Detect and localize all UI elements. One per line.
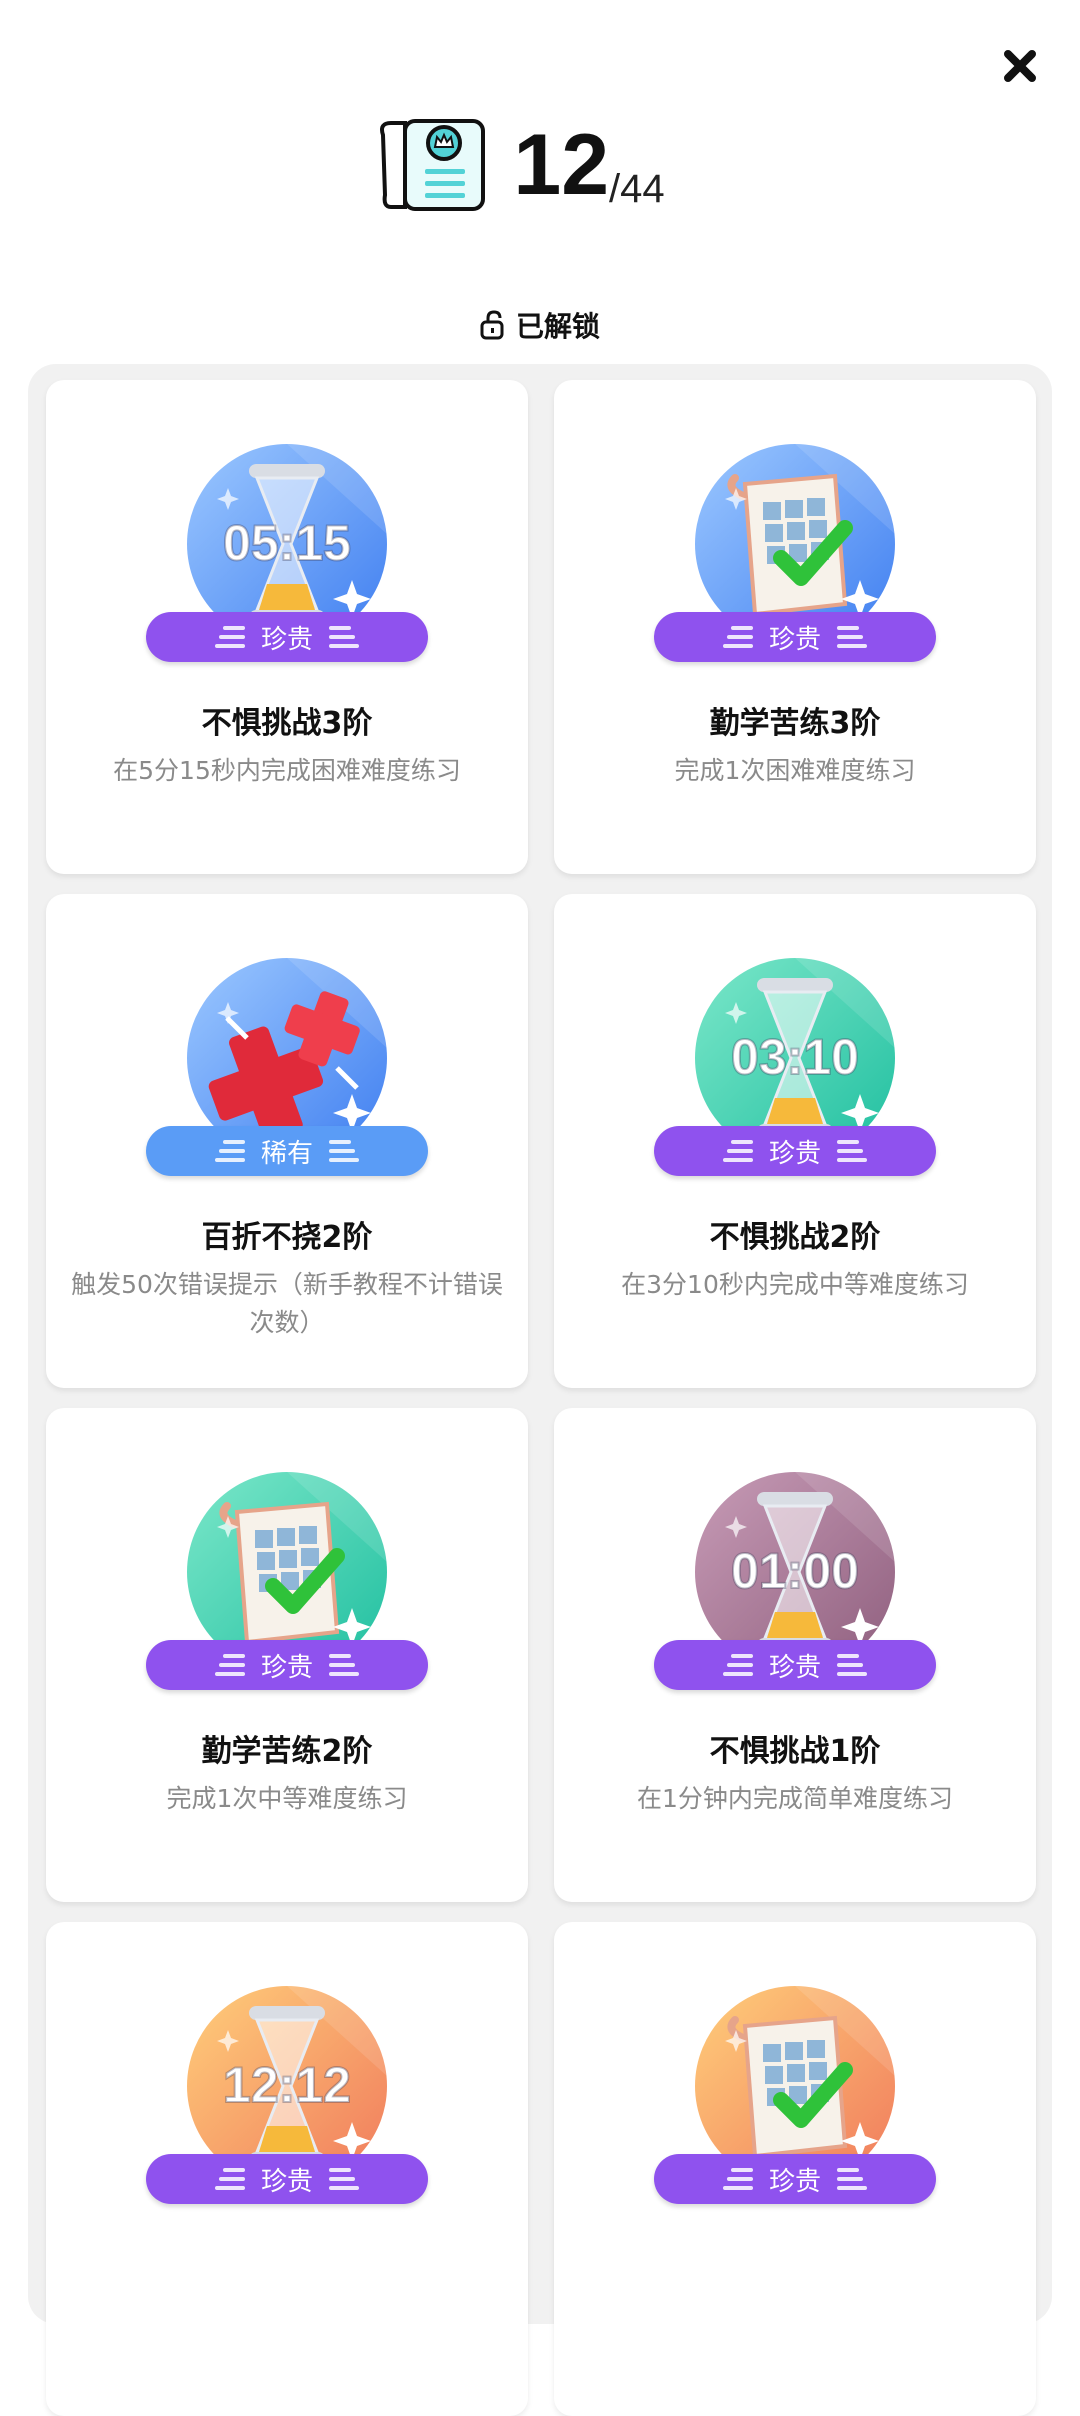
achievement-title: 不惧挑战2阶 xyxy=(709,1220,881,1255)
close-button[interactable] xyxy=(990,36,1050,96)
achievement-title: 不惧挑战1阶 xyxy=(709,1734,881,1769)
unlocked-count: 12 xyxy=(513,117,610,213)
rarity-badge: 珍贵 xyxy=(654,1126,936,1176)
achievement-card[interactable]: 珍贵 勤学苦练2阶 完成1次中等难度练习 xyxy=(46,1408,528,1902)
badge-deco-right-icon xyxy=(329,1654,359,1676)
rarity-label: 珍贵 xyxy=(768,1138,821,1169)
badge-deco-right-icon xyxy=(837,1140,867,1162)
svg-text:12:12: 12:12 xyxy=(223,2057,351,2113)
rarity-label: 珍贵 xyxy=(260,1652,313,1683)
achievement-title: 勤学苦练2阶 xyxy=(201,1734,373,1769)
achievement-card[interactable]: 01:00 珍贵 不惧挑战1阶 在1分钟内完成简单难度练习 xyxy=(554,1408,1036,1902)
unlock-icon xyxy=(480,310,504,340)
badge-deco-left-icon xyxy=(722,626,753,648)
badge-deco-right-icon xyxy=(837,2168,867,2190)
badge-deco-left-icon xyxy=(722,1140,753,1162)
section-unlocked-label: 已解锁 xyxy=(0,300,1080,350)
rarity-badge: 珍贵 xyxy=(146,612,428,662)
achievement-description: 触发50次错误提示（新手教程不计错误次数） xyxy=(71,1270,503,1337)
badge-deco-left-icon xyxy=(722,1654,753,1676)
svg-text:03:10: 03:10 xyxy=(731,1029,859,1085)
achievement-card[interactable]: 稀有 百折不挠2阶 触发50次错误提示（新手教程不计错误次数） xyxy=(46,894,528,1388)
achievement-card[interactable]: 05:15 珍贵 不惧挑战3阶 在5分15秒内完成困难难度练习 xyxy=(46,380,528,874)
badge-deco-left-icon xyxy=(722,2168,753,2190)
section-label-text: 已解锁 xyxy=(515,310,600,343)
achievement-description: 完成1次困难难度练习 xyxy=(674,756,916,785)
achievement-card[interactable]: 珍贵 勤学苦练3阶 完成1次困难难度练习 xyxy=(554,380,1036,874)
achievement-title: 不惧挑战3阶 xyxy=(201,706,373,741)
rarity-badge: 珍贵 xyxy=(654,612,936,662)
achievement-header: 12 /44 xyxy=(0,110,1080,220)
achievement-book-icon xyxy=(380,119,486,211)
rarity-label: 珍贵 xyxy=(260,624,313,655)
achievement-description: 在1分钟内完成简单难度练习 xyxy=(637,1784,953,1813)
svg-text:05:15: 05:15 xyxy=(223,515,351,571)
rarity-label: 珍贵 xyxy=(768,1652,821,1683)
rarity-label: 珍贵 xyxy=(260,2166,313,2197)
rarity-label: 稀有 xyxy=(260,1138,313,1169)
total-count: /44 xyxy=(609,167,665,211)
badge-deco-right-icon xyxy=(329,1140,359,1162)
badge-deco-right-icon xyxy=(837,626,867,648)
achievement-title: 百折不挠2阶 xyxy=(201,1220,373,1255)
badge-deco-right-icon xyxy=(329,2168,359,2190)
svg-text:01:00: 01:00 xyxy=(731,1543,859,1599)
achievement-card[interactable]: 珍贵 xyxy=(554,1922,1036,2416)
rarity-label: 珍贵 xyxy=(768,624,821,655)
achievement-description: 在5分15秒内完成困难难度练习 xyxy=(113,756,461,785)
rarity-badge: 珍贵 xyxy=(654,1640,936,1690)
badge-deco-right-icon xyxy=(329,626,359,648)
rarity-badge: 珍贵 xyxy=(146,2154,428,2204)
close-icon xyxy=(1004,50,1036,82)
achievement-description: 完成1次中等难度练习 xyxy=(166,1784,408,1813)
achievement-card[interactable]: 03:10 珍贵 不惧挑战2阶 在3分10秒内完成中等难度练习 xyxy=(554,894,1036,1388)
badge-deco-left-icon xyxy=(214,626,245,648)
achievement-grid: 05:15 珍贵 不惧挑战3阶 在5分15秒内完成困难难度练习 珍贵 勤学苦练3… xyxy=(46,380,1036,2416)
badge-deco-left-icon xyxy=(214,2168,245,2190)
badge-deco-left-icon xyxy=(214,1140,245,1162)
achievement-card[interactable]: 12:12 珍贵 xyxy=(46,1922,528,2416)
achievement-description: 在3分10秒内完成中等难度练习 xyxy=(621,1270,969,1299)
rarity-label: 珍贵 xyxy=(768,2166,821,2197)
badge-deco-right-icon xyxy=(837,1654,867,1676)
badge-deco-left-icon xyxy=(214,1654,245,1676)
rarity-badge: 珍贵 xyxy=(146,1640,428,1690)
rarity-badge: 稀有 xyxy=(146,1126,428,1176)
achievement-title: 勤学苦练3阶 xyxy=(709,706,881,741)
rarity-badge: 珍贵 xyxy=(654,2154,936,2204)
